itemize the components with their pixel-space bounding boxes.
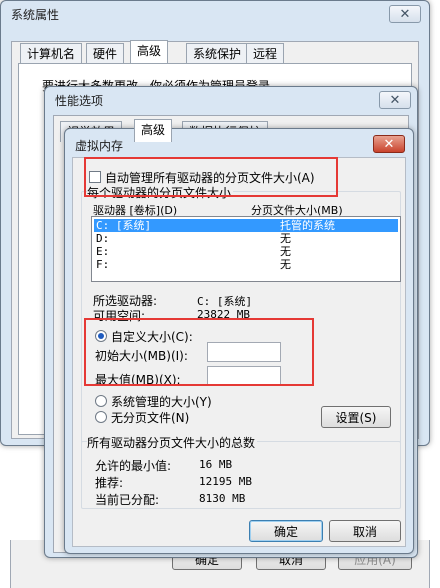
tab-system-protection[interactable]: 系统保护: [186, 43, 249, 64]
drive-letter: C: [系统]: [96, 219, 152, 232]
cancel-button[interactable]: 取消: [329, 520, 401, 542]
tab-perf-advanced[interactable]: 高级: [134, 119, 173, 142]
current-allocated-value: 8130 MB: [199, 492, 246, 505]
system-properties-title: 系统属性: [11, 8, 60, 22]
totals-group-label: 所有驱动器分页文件大小的总数: [87, 434, 258, 451]
drive-size: 无: [280, 245, 291, 258]
drive-size: 无: [280, 258, 291, 271]
current-allocated-label: 当前已分配:: [95, 493, 160, 507]
drive-letter: F:: [96, 258, 110, 271]
drive-letter: E:: [96, 245, 110, 258]
drive-size: 托管的系统: [280, 219, 335, 232]
performance-options-titlebar[interactable]: 性能选项 ✕: [45, 87, 417, 113]
drive-size: 无: [280, 232, 291, 245]
system-properties-titlebar[interactable]: 系统属性 ✕: [1, 1, 429, 27]
system-properties-close-icon[interactable]: ✕: [389, 5, 421, 23]
performance-options-close-icon[interactable]: ✕: [379, 91, 411, 109]
tab-hardware[interactable]: 硬件: [86, 43, 125, 64]
system-managed-label[interactable]: 系统管理的大小(Y): [111, 393, 212, 410]
auto-manage-highlight: [84, 157, 338, 197]
virtual-memory-close-icon[interactable]: ✕: [373, 135, 405, 153]
recommended-label: 推荐:: [95, 476, 124, 490]
drive-row[interactable]: F: 无: [94, 258, 398, 271]
min-allowed-value: 16 MB: [199, 458, 233, 471]
system-managed-radio[interactable]: [95, 395, 107, 407]
set-button[interactable]: 设置(S): [321, 406, 391, 428]
recommended-value: 12195 MB: [199, 475, 252, 488]
tab-remote[interactable]: 远程: [246, 43, 285, 64]
tab-advanced[interactable]: 高级: [130, 40, 169, 63]
min-allowed-label: 允许的最小值:: [95, 459, 172, 473]
no-paging-file-radio[interactable]: [95, 411, 107, 423]
virtual-memory-title: 虚拟内存: [75, 139, 124, 153]
drive-list[interactable]: C: [系统] 托管的系统 D: 无 E: 无 F: 无: [91, 216, 401, 282]
performance-options-title: 性能选项: [55, 94, 104, 108]
virtual-memory-titlebar[interactable]: 虚拟内存 ✕: [65, 129, 413, 155]
drive-letter: D:: [96, 232, 110, 245]
drive-row[interactable]: E: 无: [94, 245, 398, 258]
ok-button[interactable]: 确定: [249, 520, 323, 542]
no-paging-file-label[interactable]: 无分页文件(N): [111, 409, 189, 426]
drive-row[interactable]: D: 无: [94, 232, 398, 245]
drive-row[interactable]: C: [系统] 托管的系统: [94, 219, 398, 232]
custom-size-highlight: [84, 318, 314, 386]
tab-computer-name[interactable]: 计算机名: [20, 43, 83, 64]
selected-drive-value: C: [系统]: [197, 295, 253, 308]
